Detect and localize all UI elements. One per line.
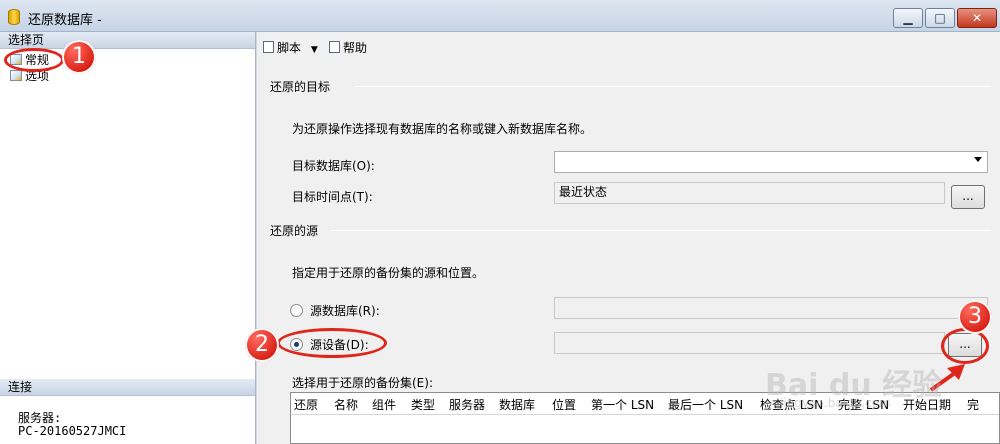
- target-time-browse-button[interactable]: ...: [951, 185, 985, 209]
- help-label: 帮助: [343, 41, 368, 55]
- column-header[interactable]: 名称: [334, 396, 358, 413]
- column-header[interactable]: 类型: [411, 396, 435, 413]
- window-title: 还原数据库 -: [28, 13, 102, 28]
- column-header[interactable]: 完: [967, 396, 979, 413]
- column-header[interactable]: 组件: [372, 396, 396, 413]
- target-db-label: 目标数据库(O):: [292, 159, 375, 173]
- dropdown-arrow-icon: [974, 157, 982, 162]
- from-device-field: [554, 332, 945, 354]
- close-button[interactable]: ✕: [957, 8, 997, 28]
- annotation-badge-3: 3: [958, 300, 992, 334]
- source-group-title: 还原的源: [270, 224, 319, 238]
- script-label: 脚本: [277, 41, 302, 55]
- target-db-select[interactable]: [554, 151, 988, 173]
- script-icon: [263, 41, 274, 53]
- annotation-ring: [4, 48, 64, 72]
- source-description: 指定用于还原的备份集的源和位置。: [292, 266, 485, 280]
- from-database-radio[interactable]: [290, 304, 303, 317]
- target-description: 为还原操作选择现有数据库的名称或键入新数据库名称。: [292, 122, 593, 136]
- minimize-button[interactable]: ▁: [893, 8, 923, 28]
- select-page-header: 选择页: [0, 32, 255, 49]
- maximize-button[interactable]: □: [925, 8, 955, 28]
- group-divider: [355, 86, 991, 87]
- target-time-field: 最近状态: [554, 182, 945, 204]
- left-panel: 选择页 常规 选项 1 连接 服务器: PC-20160527JMCI: [0, 32, 256, 444]
- target-group-title: 还原的目标: [270, 80, 331, 94]
- help-button[interactable]: 帮助: [329, 39, 367, 56]
- group-divider: [331, 230, 991, 231]
- annotation-ring: [941, 328, 989, 364]
- from-database-select: [554, 297, 988, 319]
- title-bar: 还原数据库 - ▁ □ ✕: [0, 0, 1000, 32]
- column-header[interactable]: 第一个 LSN: [591, 396, 654, 413]
- server-value: PC-20160527JMCI: [18, 424, 127, 438]
- target-time-label: 目标时间点(T):: [292, 190, 373, 204]
- toolbar: 脚本 ▼ 帮助: [257, 32, 1000, 62]
- column-header[interactable]: 数据库: [499, 396, 535, 413]
- annotation-ring: [277, 328, 387, 358]
- page-icon: [10, 70, 22, 81]
- column-header[interactable]: 位置: [552, 396, 576, 413]
- annotation-badge-2: 2: [245, 328, 279, 362]
- from-database-label: 源数据库(R):: [310, 304, 380, 318]
- column-header[interactable]: 最后一个 LSN: [668, 396, 743, 413]
- column-header[interactable]: 服务器: [449, 396, 485, 413]
- database-icon: [8, 9, 20, 25]
- target-time-value: 最近状态: [559, 185, 608, 199]
- watermark-url: jingyan.baidu.com: [780, 396, 891, 410]
- help-icon: [329, 41, 340, 53]
- column-header[interactable]: 还原: [294, 396, 318, 413]
- annotation-badge-1: 1: [62, 40, 96, 74]
- chevron-down-icon[interactable]: ▼: [311, 45, 318, 55]
- backup-sets-label: 选择用于还原的备份集(E):: [292, 376, 433, 390]
- script-button[interactable]: 脚本 ▼: [263, 39, 318, 56]
- connect-header: 连接: [0, 379, 255, 396]
